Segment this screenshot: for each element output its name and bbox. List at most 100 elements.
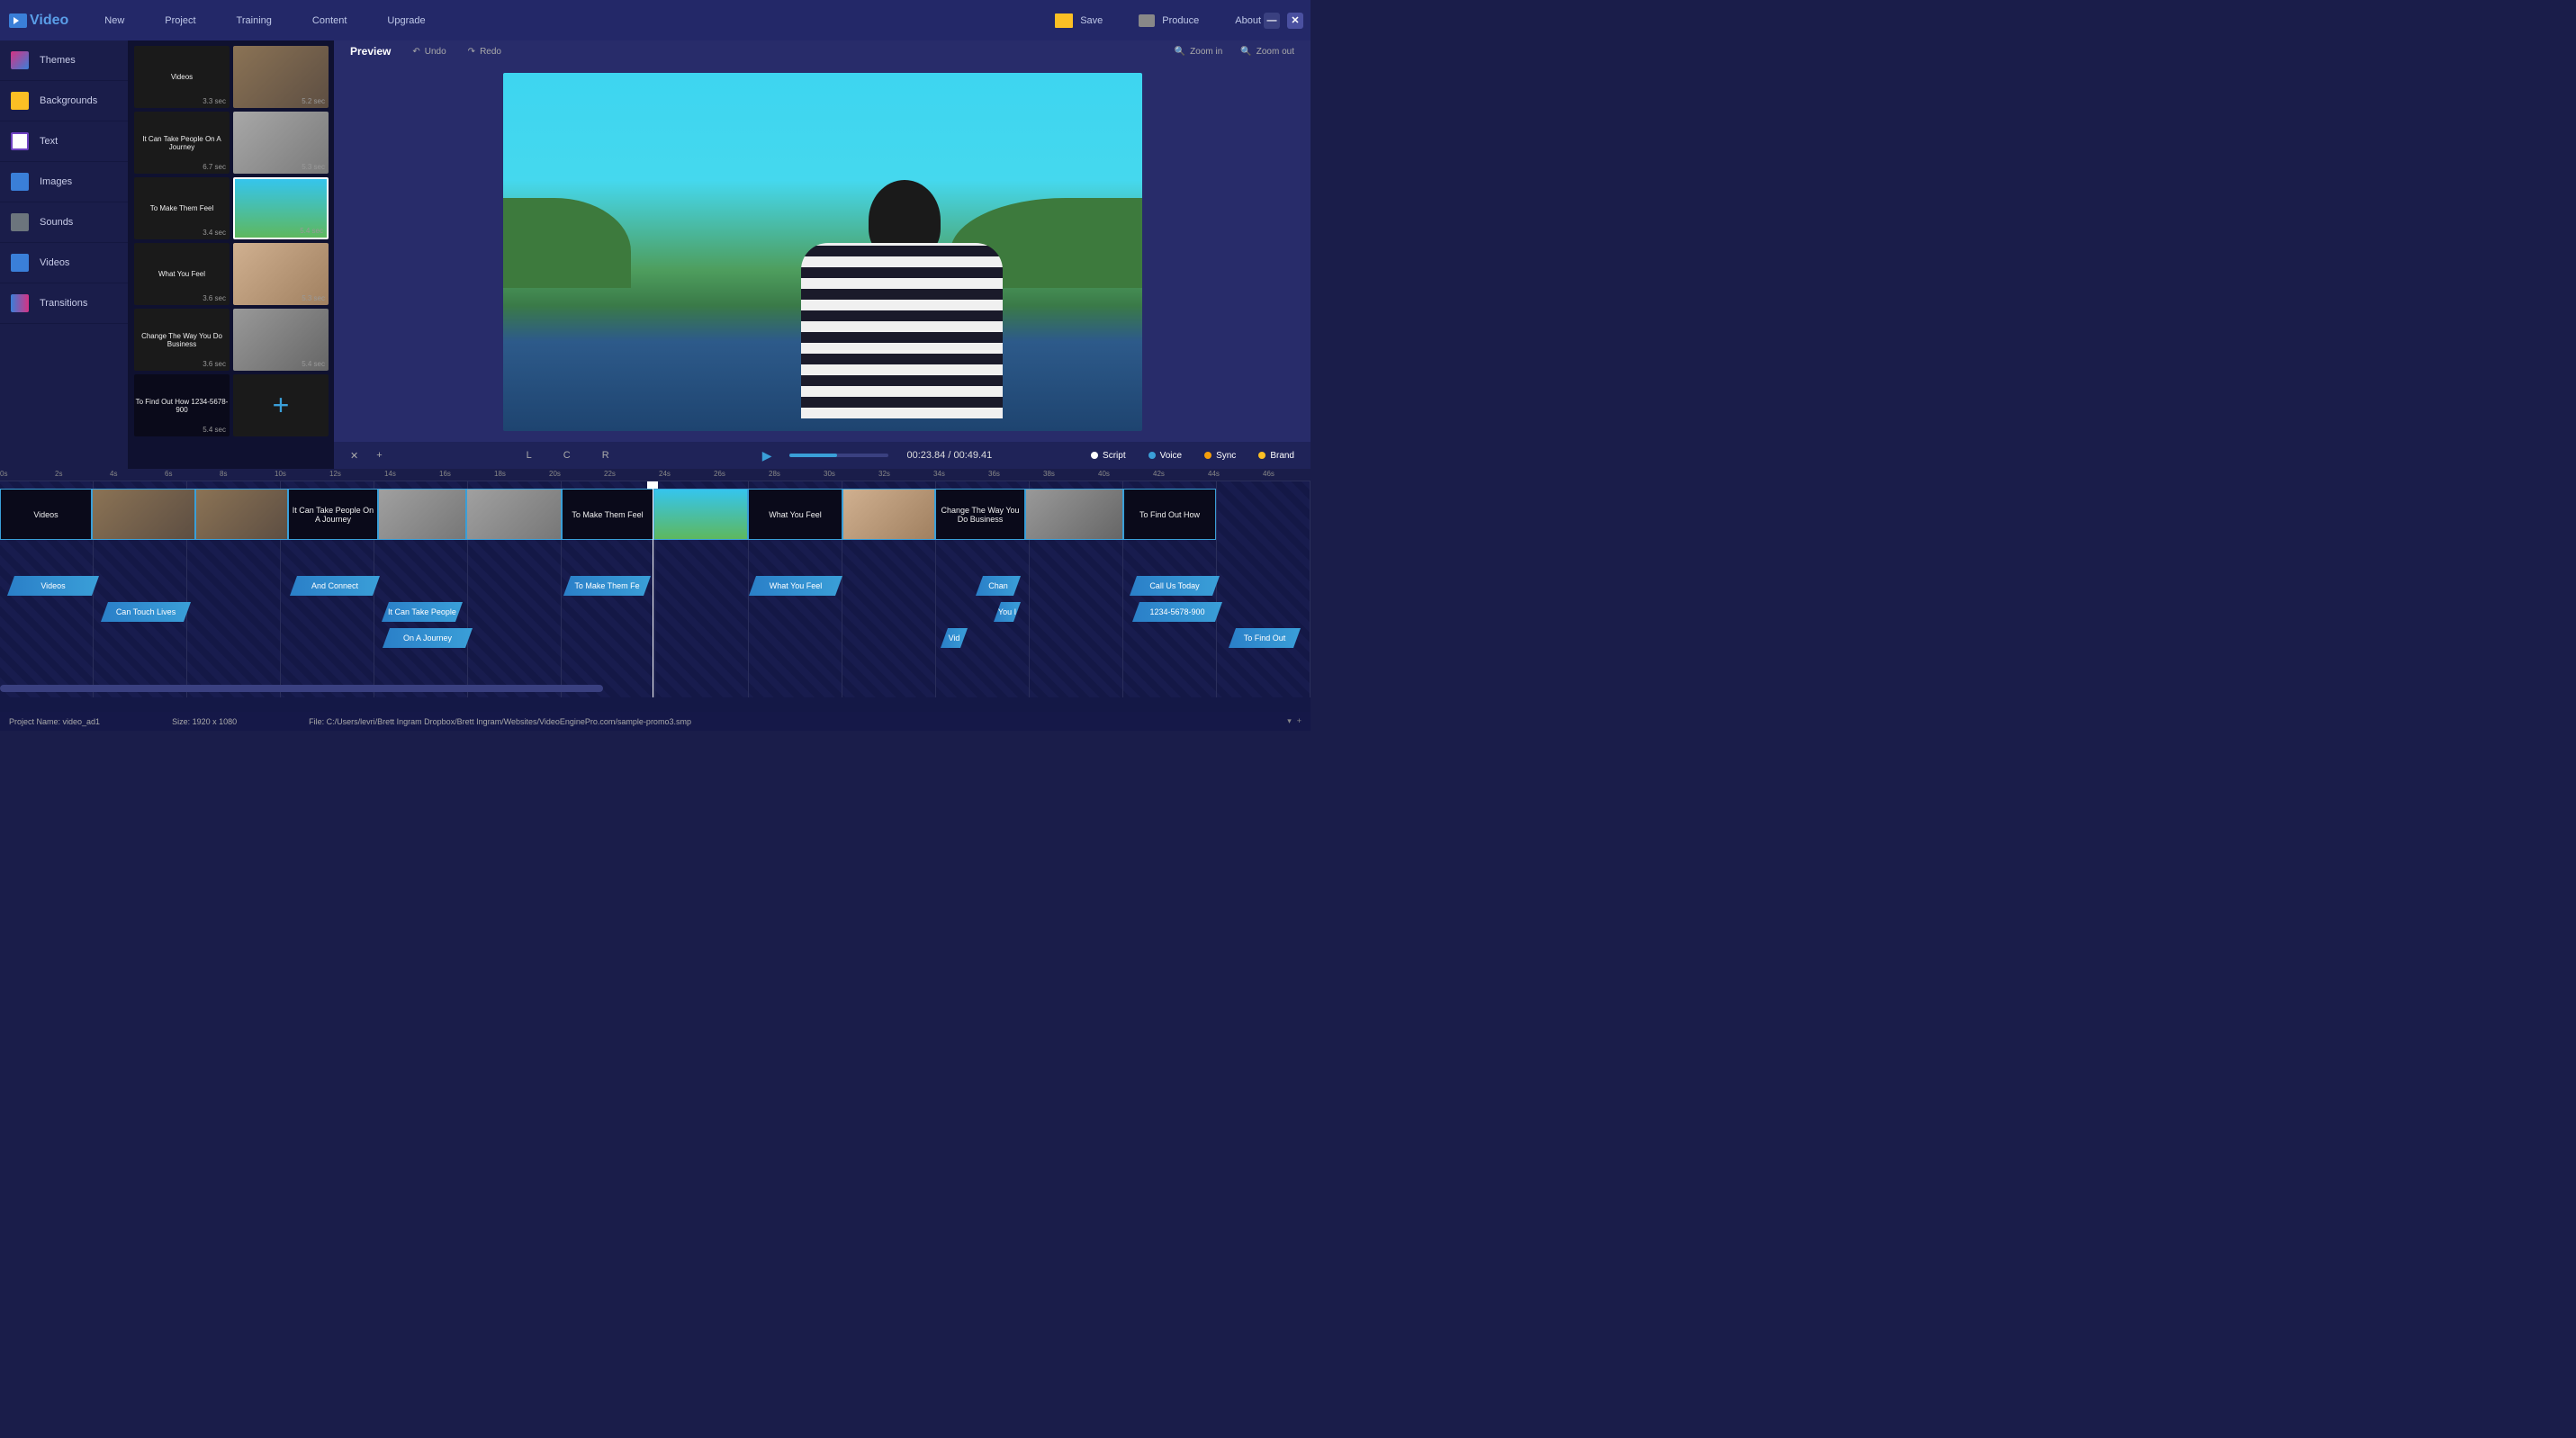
timeline-video-clip[interactable]	[653, 489, 748, 540]
timeline-text-clip[interactable]: Can Touch Lives	[101, 602, 191, 622]
timeline-video-clip[interactable]	[378, 489, 466, 540]
sidebar-item-backgrounds[interactable]: Backgrounds	[0, 81, 128, 121]
clip-thumb[interactable]: Videos3.3 sec	[134, 46, 230, 108]
close-preview-button[interactable]: ✕	[350, 450, 358, 462]
clip-thumb[interactable]: It Can Take People On A Journey6.7 sec	[134, 112, 230, 174]
clip-thumb[interactable]: 5.4 sec	[233, 177, 329, 239]
timeline-text-clip[interactable]: To Make Them Fe	[563, 576, 651, 596]
ruler-tick: 12s	[329, 470, 341, 478]
sidebar-item-transitions[interactable]: Transitions	[0, 283, 128, 324]
ruler-tick: 28s	[769, 470, 780, 478]
clip-text: It Can Take People On A Journey	[134, 135, 230, 151]
clip-thumb[interactable]: To Make Them Feel3.4 sec	[134, 177, 230, 239]
timeline-text-clip[interactable]: It Can Take People	[382, 602, 463, 622]
align-left-button[interactable]: L	[527, 450, 532, 461]
ruler-tick: 36s	[988, 470, 1000, 478]
timeline-text-clip[interactable]: Call Us Today	[1130, 576, 1220, 596]
align-right-button[interactable]: R	[602, 450, 609, 461]
clip-duration: 5.4 sec	[300, 227, 323, 235]
timeline-text-clip[interactable]: Chan	[976, 576, 1021, 596]
menu-project[interactable]: Project	[165, 15, 195, 26]
backgrounds-icon	[11, 92, 29, 110]
clip-text: Change The Way You Do Business	[134, 332, 230, 348]
camera-produce-icon	[1139, 14, 1155, 27]
close-button[interactable]: ✕	[1287, 13, 1303, 29]
brand-icon	[1258, 452, 1265, 459]
menu-content[interactable]: Content	[312, 15, 347, 26]
main-area: ThemesBackgroundsTextImagesSoundsVideosT…	[0, 40, 1311, 469]
clip-thumb[interactable]: 5.4 sec	[233, 309, 329, 371]
produce-button[interactable]: Produce	[1139, 14, 1199, 27]
clip-thumb[interactable]: 5.3 sec	[233, 243, 329, 305]
timeline-text-clip[interactable]: On A Journey	[383, 628, 473, 648]
timeline-video-clip[interactable]	[466, 489, 562, 540]
preview-title: Preview	[350, 45, 391, 58]
menu-new[interactable]: New	[104, 15, 124, 26]
text-track-2: Can Touch Lives It Can Take People You I 12…	[0, 602, 1311, 622]
brand-button[interactable]: Brand	[1258, 451, 1294, 461]
timeline-text-clip[interactable]: To Find Out	[1229, 628, 1301, 648]
timeline-text-clip[interactable]: And Connect	[290, 576, 380, 596]
text-track-3: On A Journey Vid To Find Out	[0, 628, 1311, 648]
zoom-out-button[interactable]: 🔍 Zoom out	[1240, 47, 1294, 57]
ruler-tick: 26s	[714, 470, 725, 478]
clip-thumb[interactable]: Change The Way You Do Business3.6 sec	[134, 309, 230, 371]
save-button[interactable]: Save	[1055, 13, 1103, 28]
sidebar-item-text[interactable]: Text	[0, 121, 128, 162]
preview-controls: ✕ + L C R ▶ 00:23.84 / 00:49.41 Script V…	[334, 442, 1311, 469]
redo-button[interactable]: ↷ Redo	[468, 47, 501, 57]
undo-button[interactable]: ↶ Undo	[412, 47, 446, 57]
timeline-text-clip[interactable]: You I	[994, 602, 1021, 622]
timeline-text-clip[interactable]: What You Feel	[749, 576, 842, 596]
sidebar-item-sounds[interactable]: Sounds	[0, 202, 128, 243]
timeline-video-clip[interactable]: To Find Out How	[1123, 489, 1216, 540]
play-button[interactable]: ▶	[762, 448, 772, 463]
redo-label: Redo	[480, 47, 501, 57]
timeline-text-clip[interactable]: Videos	[7, 576, 99, 596]
timeline-video-clip[interactable]: To Make Them Feel	[562, 489, 653, 540]
clip-thumb[interactable]: 5.3 sec	[233, 112, 329, 174]
timeline-video-clip[interactable]	[195, 489, 288, 540]
status-size: Size: 1920 x 1080	[172, 717, 237, 726]
timeline-text-clip[interactable]: Vid	[941, 628, 968, 648]
timeline-video-clip[interactable]	[92, 489, 195, 540]
timeline-video-clip[interactable]: Change The Way You Do Business	[935, 489, 1025, 540]
minimize-button[interactable]: —	[1264, 13, 1280, 29]
clip-thumb[interactable]: 5.2 sec	[233, 46, 329, 108]
menu-training[interactable]: Training	[237, 15, 272, 26]
timeline-scrollbar[interactable]	[0, 685, 603, 692]
sidebar-item-images[interactable]: Images	[0, 162, 128, 202]
align-center-button[interactable]: C	[563, 450, 571, 461]
clip-duration: 5.3 sec	[302, 163, 325, 171]
timeline-video-clip[interactable]: What You Feel	[748, 489, 842, 540]
timeline-video-clip[interactable]	[842, 489, 935, 540]
ruler-tick: 40s	[1098, 470, 1110, 478]
status-collapse-button[interactable]: ▾	[1287, 716, 1292, 726]
voice-button[interactable]: Voice	[1148, 451, 1182, 461]
timeline-ruler[interactable]: 0s2s4s6s8s10s12s14s16s18s20s22s24s26s28s…	[0, 469, 1311, 481]
sidebar-item-videos[interactable]: Videos	[0, 243, 128, 283]
progress-bar[interactable]	[789, 454, 888, 457]
preview-canvas[interactable]	[503, 73, 1142, 431]
zoom-in-button[interactable]: 🔍 Zoom in	[1175, 47, 1223, 57]
timeline-text-clip[interactable]: 1234-5678-900	[1132, 602, 1222, 622]
clip-thumb[interactable]: What You Feel3.6 sec	[134, 243, 230, 305]
clip-duration: 5.2 sec	[302, 97, 325, 105]
clip-thumb[interactable]: To Find Out How 1234-5678-9005.4 sec	[134, 374, 230, 436]
status-add-button[interactable]: +	[1297, 716, 1302, 726]
timeline-video-clip[interactable]: Videos	[0, 489, 92, 540]
ruler-tick: 22s	[604, 470, 616, 478]
sidebar-label: Text	[40, 136, 58, 147]
menu-upgrade[interactable]: Upgrade	[387, 15, 425, 26]
sidebar-item-themes[interactable]: Themes	[0, 40, 128, 81]
add-button[interactable]: +	[376, 450, 382, 461]
clip-duration: 5.3 sec	[302, 294, 325, 302]
add-clip-button[interactable]: +	[233, 374, 329, 436]
sync-button[interactable]: Sync	[1204, 451, 1236, 461]
timeline-video-clip[interactable]: It Can Take People On A Journey	[288, 489, 378, 540]
time-display: 00:23.84 / 00:49.41	[906, 450, 992, 461]
about-button[interactable]: About	[1235, 15, 1261, 26]
timeline-video-clip[interactable]	[1025, 489, 1123, 540]
script-button[interactable]: Script	[1091, 451, 1126, 461]
ruler-tick: 38s	[1043, 470, 1055, 478]
